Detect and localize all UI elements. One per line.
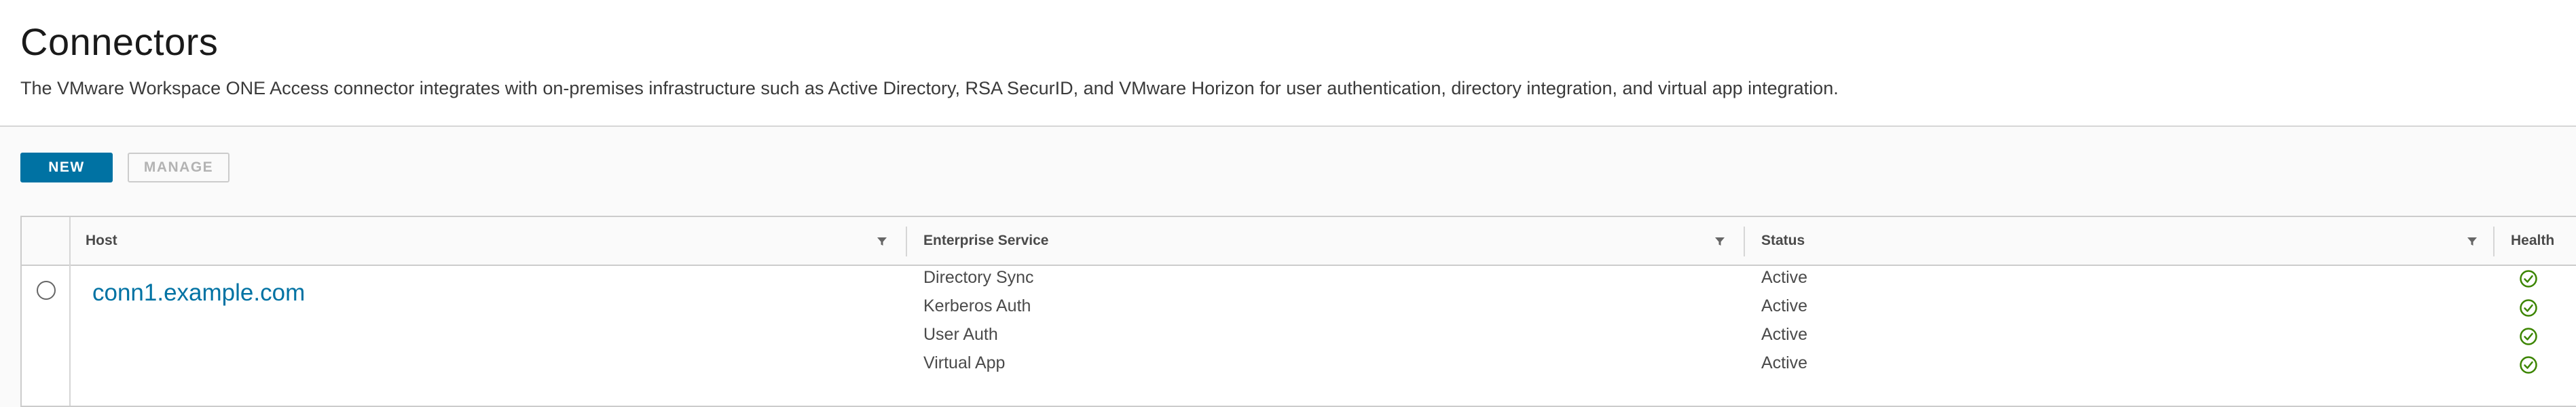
new-button[interactable]: NEW — [20, 153, 113, 182]
column-header-health[interactable]: Health — [2511, 217, 2576, 265]
datagrid-header: Host Enterprise Service Status Health — [22, 217, 2576, 266]
content-area: NEW MANAGE Host Enterprise Service Statu… — [0, 127, 2576, 407]
service-name: User Auth — [923, 325, 998, 344]
connectors-page: Connectors The VMware Workspace ONE Acce… — [0, 0, 2576, 407]
selection-column-divider — [69, 217, 71, 406]
check-circle-icon — [2520, 356, 2537, 374]
host-link[interactable]: conn1.example.com — [92, 278, 305, 308]
page-title: Connectors — [20, 20, 219, 63]
service-status: Active — [1761, 353, 1808, 372]
column-header-enterprise-service-label: Enterprise Service — [923, 233, 1049, 248]
service-name: Virtual App — [923, 353, 1006, 372]
service-name: Directory Sync — [923, 268, 1034, 287]
filter-icon[interactable] — [2466, 235, 2478, 248]
column-header-health-label: Health — [2511, 233, 2555, 248]
page-header: Connectors The VMware Workspace ONE Acce… — [0, 0, 2576, 127]
check-circle-icon — [2520, 270, 2537, 288]
column-header-enterprise-service[interactable]: Enterprise Service — [923, 217, 1738, 265]
filter-icon[interactable] — [1714, 235, 1726, 248]
column-header-host[interactable]: Host — [86, 217, 900, 265]
service-status: Active — [1761, 296, 1808, 315]
row-select-radio[interactable] — [37, 281, 56, 300]
manage-button[interactable]: MANAGE — [128, 153, 229, 182]
check-circle-icon — [2520, 299, 2537, 317]
service-status: Active — [1761, 325, 1808, 344]
column-separator[interactable] — [2493, 227, 2495, 256]
service-status: Active — [1761, 268, 1808, 287]
column-separator[interactable] — [906, 227, 907, 256]
column-separator[interactable] — [1744, 227, 1745, 256]
filter-icon[interactable] — [876, 235, 888, 248]
column-header-status-label: Status — [1761, 233, 1805, 248]
service-name: Kerberos Auth — [923, 296, 1031, 315]
connectors-datagrid: Host Enterprise Service Status Health co… — [20, 216, 2576, 407]
column-header-host-label: Host — [86, 233, 117, 248]
page-description: The VMware Workspace ONE Access connecto… — [20, 78, 1839, 98]
column-header-status[interactable]: Status — [1761, 217, 2474, 265]
check-circle-icon — [2520, 328, 2537, 345]
